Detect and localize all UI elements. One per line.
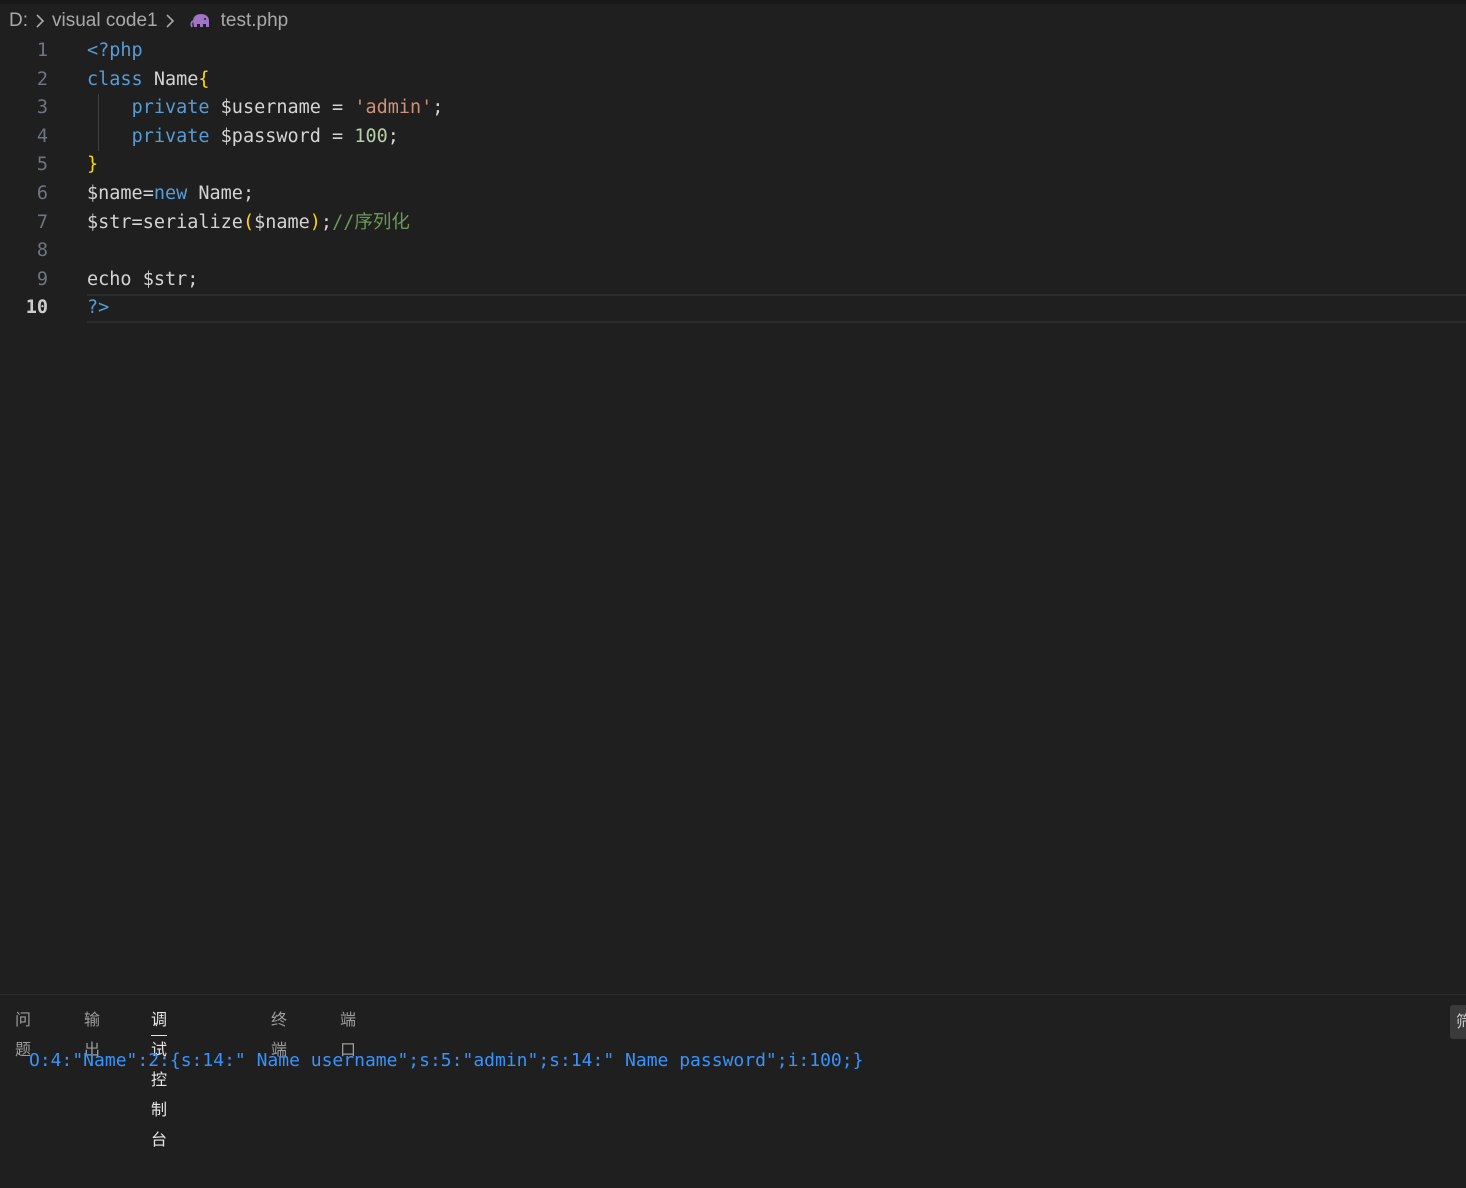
- code-line[interactable]: $name=new Name;: [87, 180, 254, 209]
- code-token: (: [242, 211, 255, 233]
- code-token: $username =: [209, 97, 355, 119]
- code-token: //序列化: [332, 211, 410, 233]
- code-token: $str=serialize: [87, 211, 243, 233]
- code-token: ): [309, 211, 321, 233]
- code-token: 'admin': [354, 97, 433, 119]
- tab-debug-console[interactable]: 调试控制台: [151, 1005, 168, 1149]
- code-editor[interactable]: 1 <?php 2 class Name{3 private $username = …: [0, 37, 1466, 337]
- code-token: $name: [254, 211, 310, 233]
- code-token: private: [131, 97, 210, 119]
- code-token: class: [87, 68, 143, 90]
- code-token: private: [131, 125, 210, 147]
- tab-ports[interactable]: 端口: [340, 1005, 356, 1059]
- line-number: 8: [36, 240, 48, 262]
- line-number: 10: [25, 297, 48, 319]
- breadcrumb-file[interactable]: test.php: [221, 10, 289, 32]
- code-token: $password =: [209, 125, 355, 147]
- line-number: 1: [36, 40, 48, 61]
- line-number: 3: [36, 97, 48, 119]
- tab-output[interactable]: 输出: [84, 1005, 100, 1059]
- code-token: Name;: [187, 183, 255, 204]
- code-token: $name=: [87, 183, 154, 204]
- code-line[interactable]: private $username = 'admin';: [87, 94, 444, 123]
- breadcrumb: D: visual code1 test.php: [9, 9, 288, 33]
- code-token: ?>: [87, 297, 110, 319]
- line-number: 4: [36, 125, 48, 147]
- bottom-panel: 问题 输出 调试控制台 终端 端口 筛 O:4:"Name":2:{s:14:"…: [0, 994, 1466, 1188]
- breadcrumb-folder[interactable]: visual code1: [52, 10, 158, 32]
- code-token: ;: [432, 97, 444, 119]
- chevron-right-icon: [36, 14, 45, 28]
- code-token: new: [153, 183, 188, 204]
- breadcrumb-drive[interactable]: D:: [9, 10, 28, 32]
- current-line-highlight: [87, 294, 1466, 323]
- line-number: 6: [36, 183, 48, 204]
- tab-problems[interactable]: 问题: [15, 1005, 31, 1059]
- php-elephant-icon: [190, 14, 209, 28]
- tab-terminal[interactable]: 终端: [271, 1005, 287, 1059]
- line-number: 5: [36, 154, 48, 176]
- code-token: 100: [354, 125, 388, 147]
- top-border: [0, 0, 1466, 4]
- code-token: Name: [142, 68, 199, 90]
- code-token: ;: [387, 125, 399, 147]
- console-output: O:4:"Name":2:{s:14:" Name username";s:5:…: [29, 1050, 864, 1071]
- line-number: 2: [36, 68, 48, 90]
- code-token: {: [198, 68, 210, 90]
- panel-filter-button[interactable]: 筛: [1450, 1005, 1466, 1039]
- code-line[interactable]: echo $str;: [87, 266, 198, 295]
- indent-guide: [98, 94, 99, 151]
- chevron-right-icon: [166, 14, 174, 28]
- line-number: 9: [36, 268, 48, 290]
- code-token: echo $str;: [87, 268, 199, 290]
- code-line[interactable]: ?>: [87, 294, 109, 323]
- code-token: <?php: [87, 40, 143, 61]
- line-number: 7: [36, 211, 48, 233]
- code-token: }: [87, 154, 99, 176]
- code-line[interactable]: $str=serialize($name);//序列化: [87, 209, 410, 238]
- code-line[interactable]: <?php: [87, 37, 143, 66]
- code-line[interactable]: }: [87, 151, 98, 180]
- code-token: ;: [320, 211, 333, 233]
- code-line[interactable]: class Name{: [87, 66, 210, 95]
- code-line[interactable]: private $password = 100;: [87, 123, 399, 152]
